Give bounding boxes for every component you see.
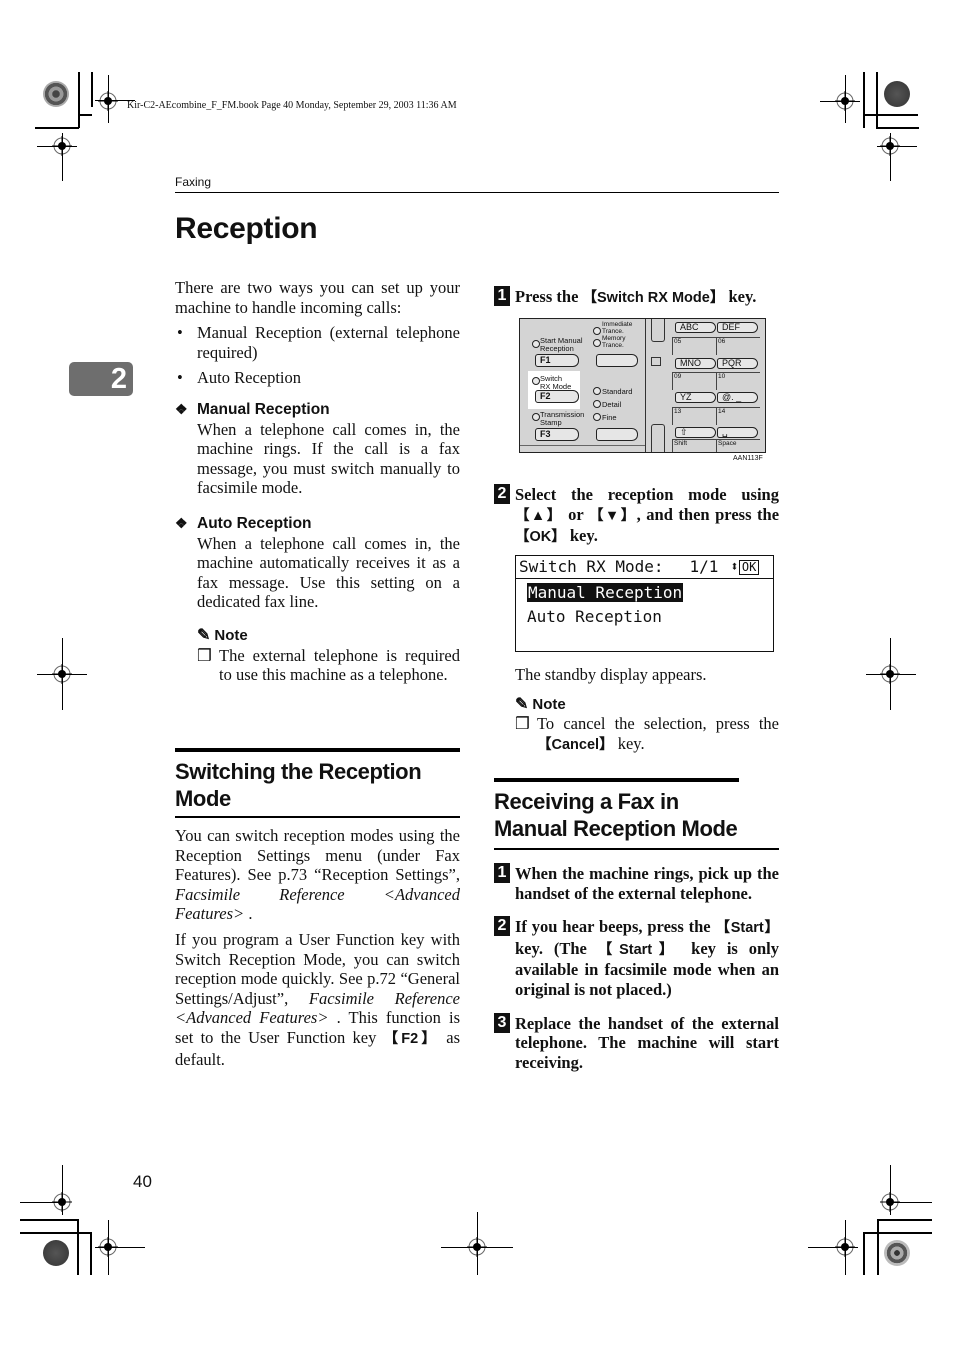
f1-key[interactable]: F1 bbox=[535, 354, 579, 367]
note-item: ❒ The external telephone is required to … bbox=[197, 645, 460, 685]
step-2: 2 Select the reception mode using 【▲】 or… bbox=[494, 484, 779, 548]
cross-reference-link[interactable]: Facsimile Reference <Advanced Features> bbox=[175, 885, 460, 924]
left-column: There are two ways you can set up your m… bbox=[175, 278, 460, 685]
start-key-label: 【Start】 bbox=[597, 941, 681, 958]
one-touch-key[interactable]: ABC bbox=[675, 322, 716, 333]
control-panel-illustration: Start Manual Reception F1 Switch RX Mode… bbox=[519, 318, 766, 453]
list-item: Manual Reception (external telephone req… bbox=[175, 323, 460, 362]
key-label: 【F2】 bbox=[383, 1030, 439, 1047]
step-number-badge: 2 bbox=[494, 484, 510, 504]
lcd-option-auto-reception[interactable]: Auto Reception bbox=[516, 605, 773, 629]
key-label: 【Switch RX Mode】 bbox=[582, 290, 725, 306]
f3-key[interactable]: F3 bbox=[535, 428, 579, 441]
start-key-label: 【Start】 bbox=[715, 920, 780, 937]
definition-heading: ❖ Auto Reception bbox=[175, 514, 312, 532]
definition-heading: ❖ Manual Reception bbox=[175, 400, 330, 418]
header-rule bbox=[175, 192, 779, 193]
cancel-key-label: 【Cancel】 bbox=[537, 736, 614, 753]
lcd-option-manual-reception[interactable]: Manual Reception bbox=[516, 581, 773, 605]
f2-key[interactable]: F2 bbox=[535, 390, 579, 403]
after-lcd-block: The standby display appears. ✎ Note ❒ To… bbox=[494, 665, 779, 755]
transmission-mode-key[interactable] bbox=[596, 354, 638, 367]
section-paragraph: If you program a User Function key with … bbox=[175, 929, 461, 1069]
section-heading: Receiving a Fax in Manual Reception Mode bbox=[494, 778, 739, 850]
definition-text: When a telephone call comes in, the mach… bbox=[197, 419, 460, 498]
one-touch-key[interactable]: @. _ bbox=[717, 392, 758, 403]
up-down-arrow-icon: ⬍ bbox=[730, 559, 739, 575]
note-block: ✎ Note ❒ The external telephone is requi… bbox=[175, 626, 460, 685]
one-touch-key[interactable]: MNO bbox=[675, 358, 716, 369]
pencil-icon: ✎ bbox=[197, 626, 211, 644]
shift-key[interactable]: ⇧ bbox=[675, 427, 716, 438]
checkbox-square-icon: ❒ bbox=[515, 714, 530, 734]
up-arrow-key-label: 【▲】 bbox=[515, 507, 563, 524]
one-touch-key[interactable]: PQR bbox=[717, 358, 758, 369]
lcd-ok-button[interactable]: OK bbox=[738, 560, 760, 575]
step: 2 If you hear beeps, press the 【Start】 k… bbox=[494, 916, 780, 999]
running-head: Faxing bbox=[175, 175, 212, 189]
chapter-tab: 2 bbox=[69, 362, 133, 396]
definition-text: When a telephone call comes in, the mach… bbox=[197, 533, 460, 612]
lcd-page-indicator: 1/1 bbox=[689, 557, 719, 576]
lcd-display: Switch RX Mode: 1/1 ⬍ OK Manual Receptio… bbox=[515, 555, 774, 652]
step-number-badge: 2 bbox=[494, 916, 510, 937]
checkbox-square-icon: ❒ bbox=[197, 645, 212, 665]
standby-text: The standby display appears. bbox=[515, 665, 707, 684]
print-slug: Kir-C2-AEcombine_F_FM.book Page 40 Monda… bbox=[127, 100, 457, 111]
one-touch-key[interactable]: YZ bbox=[675, 392, 716, 403]
intro-paragraph: There are two ways you can set up your m… bbox=[175, 278, 460, 317]
note-heading: ✎ Note bbox=[515, 695, 566, 713]
step-number-badge: 1 bbox=[494, 863, 510, 883]
reception-types-list: Manual Reception (external telephone req… bbox=[175, 323, 460, 388]
diamond-bullet-icon: ❖ bbox=[175, 514, 188, 531]
figure-code: AAN113F bbox=[733, 455, 763, 462]
section-paragraph: You can switch reception modes using the… bbox=[175, 826, 460, 924]
diamond-bullet-icon: ❖ bbox=[175, 400, 188, 417]
section-heading: Switching the Reception Mode bbox=[175, 748, 460, 818]
switching-section: Switching the Reception Mode You can swi… bbox=[175, 748, 460, 1069]
ok-key-label: 【OK】 bbox=[515, 529, 566, 546]
lcd-title-bar: Switch RX Mode: 1/1 ⬍ OK bbox=[516, 556, 773, 579]
color-bar-disc bbox=[43, 1240, 69, 1266]
color-bar-disc bbox=[884, 81, 910, 107]
step: 1 When the machine rings, pick up the ha… bbox=[494, 863, 779, 903]
resolution-key[interactable] bbox=[596, 428, 638, 441]
note-item: ❒ To cancel the selection, press the 【Ca… bbox=[515, 714, 779, 753]
step-number-badge: 3 bbox=[494, 1012, 510, 1033]
step: 3 Replace the handset of the external te… bbox=[494, 1012, 779, 1073]
page-title: Reception bbox=[175, 212, 318, 245]
note-block: ✎ Note ❒ To cancel the selection, press … bbox=[494, 695, 779, 756]
step-1: 1 Press the 【Switch RX Mode】 key. bbox=[494, 286, 779, 309]
space-key[interactable]: ␣ bbox=[717, 427, 758, 438]
note-heading: ✎ Note bbox=[197, 626, 248, 644]
manual-reception-section: Receiving a Fax in Manual Reception Mode… bbox=[494, 778, 779, 1072]
color-bar-disc bbox=[43, 81, 69, 107]
pencil-icon: ✎ bbox=[515, 695, 529, 713]
step-number-badge: 1 bbox=[494, 286, 510, 306]
one-touch-key[interactable]: DEF bbox=[717, 322, 758, 333]
list-item: Auto Reception bbox=[175, 368, 460, 388]
color-bar-disc bbox=[884, 1240, 910, 1266]
page-number: 40 bbox=[133, 1172, 152, 1191]
down-arrow-key-label: 【▼】 bbox=[588, 507, 637, 524]
